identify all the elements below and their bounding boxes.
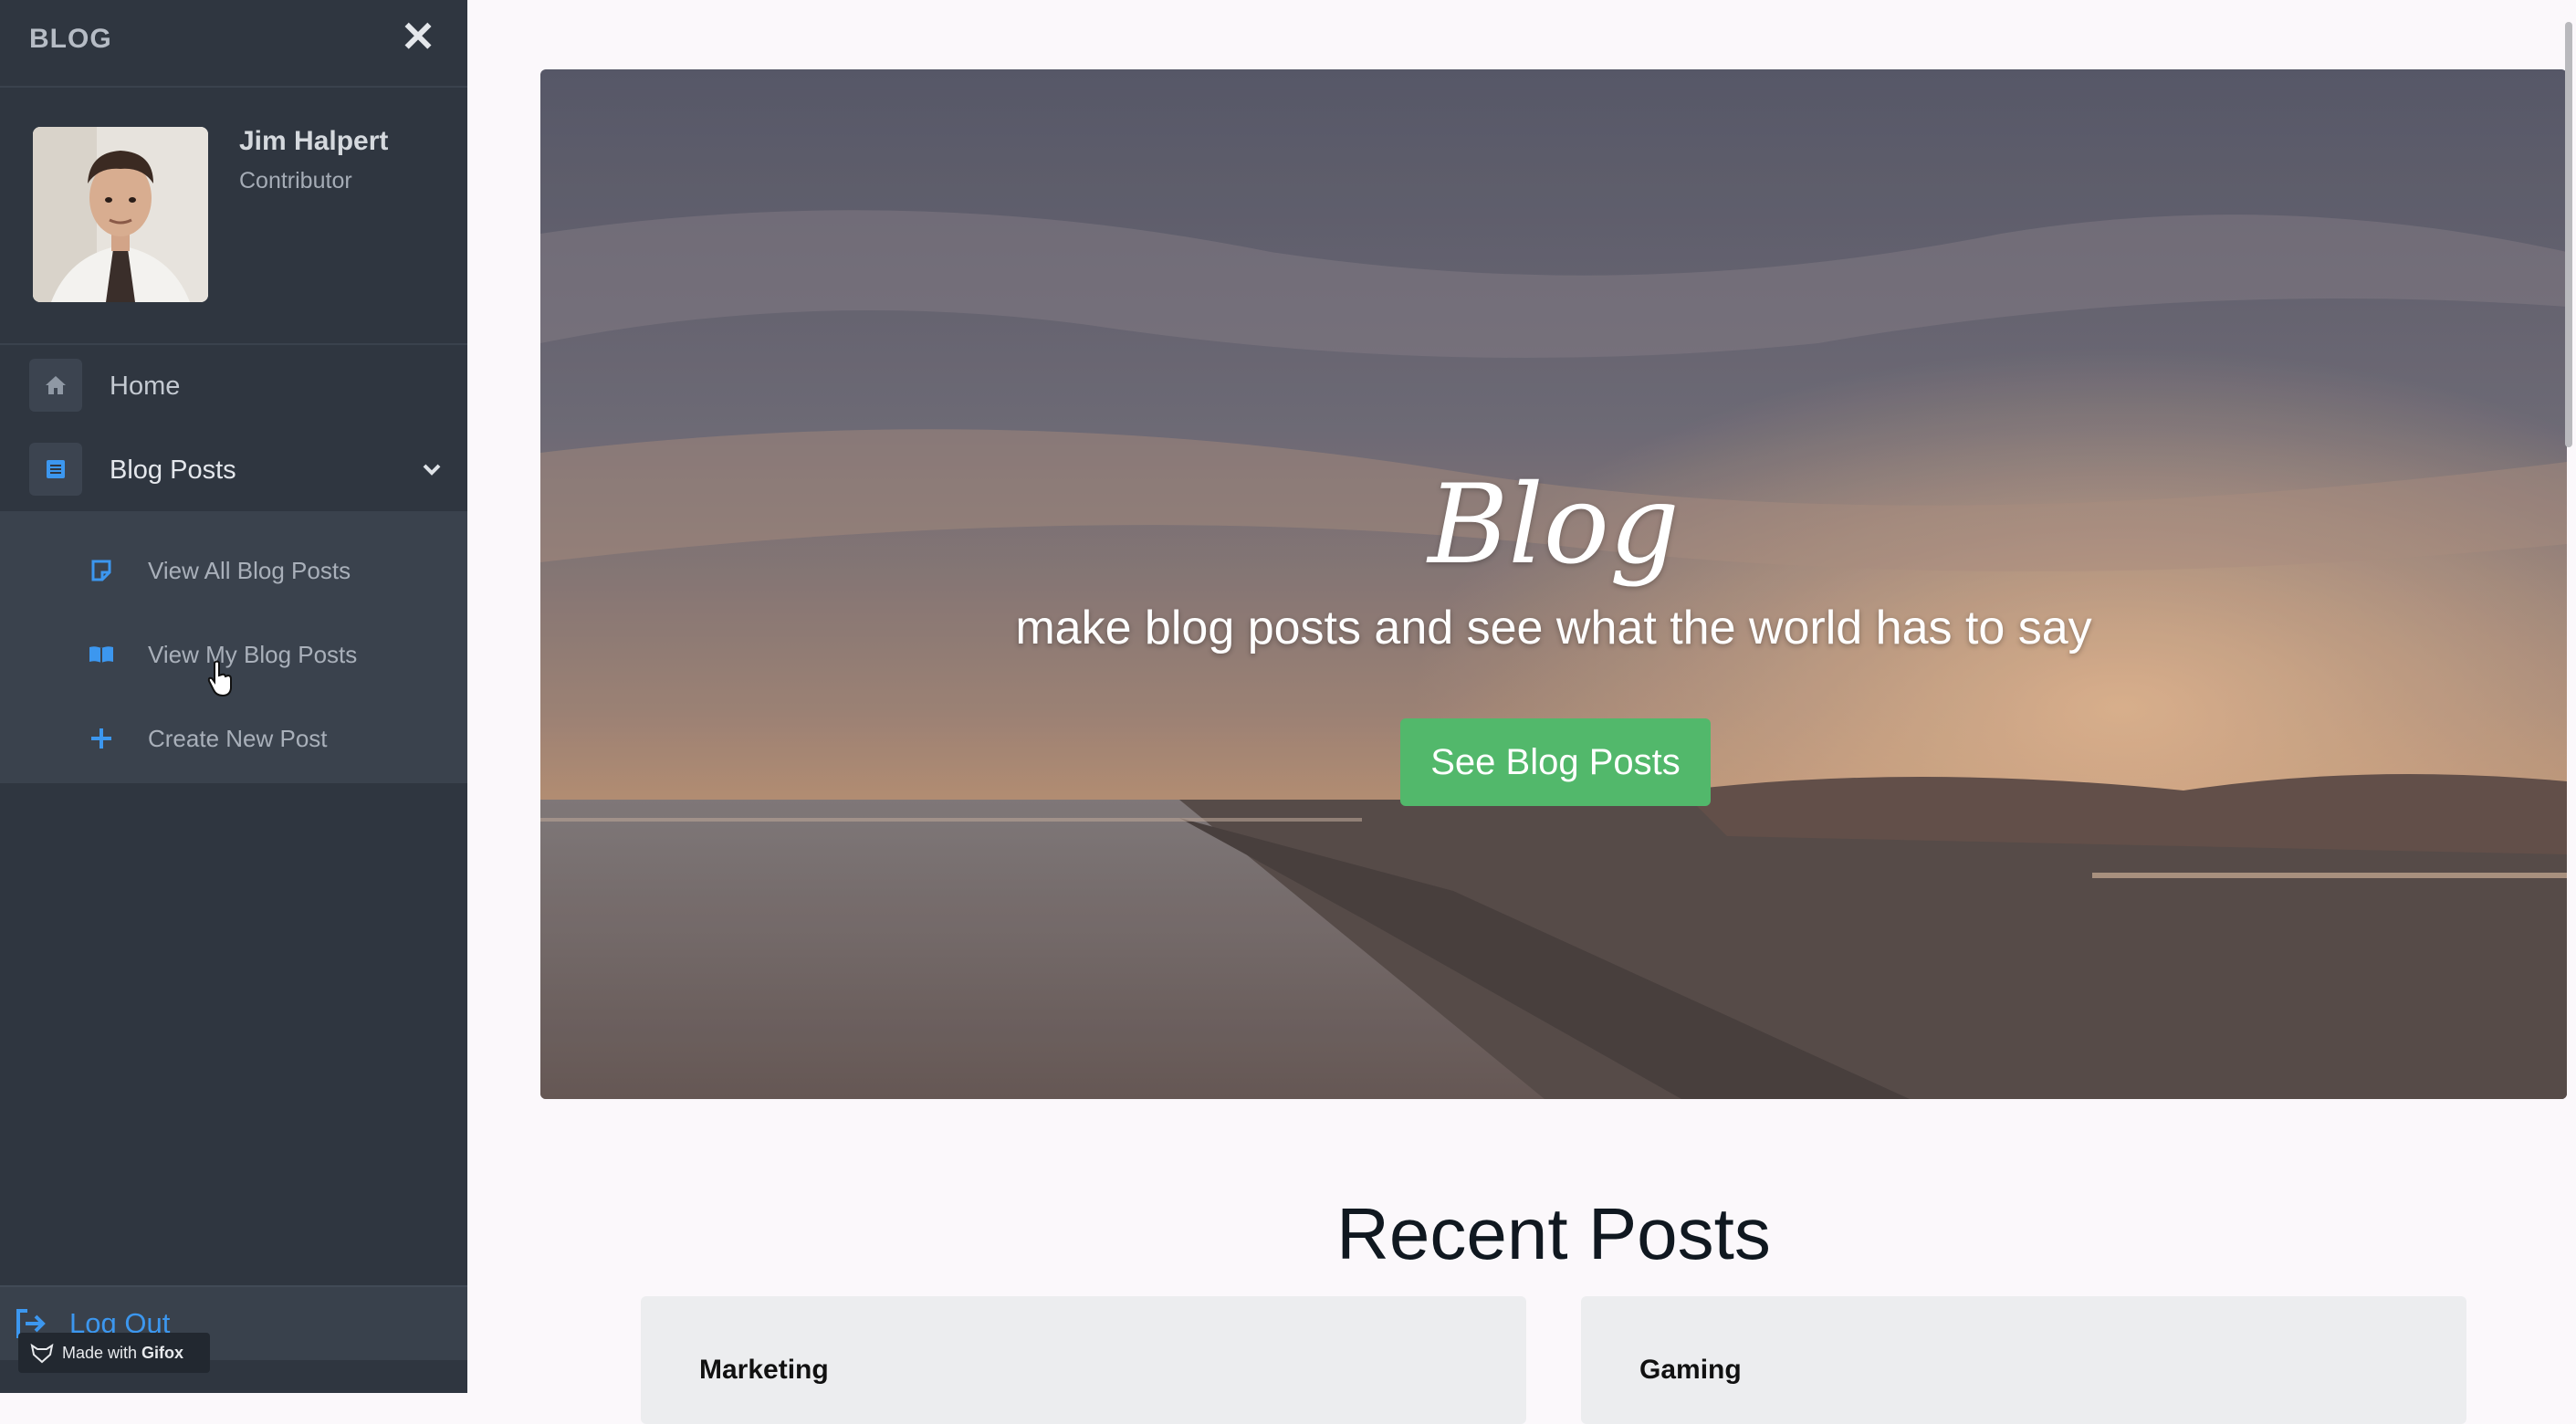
chevron-down-icon <box>423 464 441 476</box>
nav-item-home[interactable]: Home <box>0 344 467 428</box>
nav-label-home: Home <box>110 372 181 401</box>
submenu-item-view-mine[interactable]: View My Blog Posts <box>0 617 467 690</box>
submenu-item-create[interactable]: Create New Post <box>0 701 467 774</box>
hand-cursor-icon <box>207 660 232 697</box>
see-blog-posts-button[interactable]: See Blog Posts <box>1400 718 1711 806</box>
post-card[interactable]: Gaming <box>1581 1296 2466 1424</box>
list-icon <box>29 443 82 496</box>
avatar <box>33 127 208 302</box>
profile-name: Jim Halpert <box>239 126 389 156</box>
nav-item-blog-posts[interactable]: Blog Posts <box>0 428 467 512</box>
blog-posts-submenu: View All Blog Posts View My Blog Posts C… <box>0 511 467 783</box>
avatar-photo <box>33 127 208 302</box>
book-icon <box>84 637 119 672</box>
recent-posts-title: Recent Posts <box>1336 1193 1771 1274</box>
post-card-category: Marketing <box>699 1355 829 1385</box>
post-card[interactable]: Marketing <box>641 1296 1526 1424</box>
post-card-category: Gaming <box>1639 1355 1742 1385</box>
watermark-brand: Gifox <box>141 1343 184 1362</box>
fox-icon <box>30 1343 54 1364</box>
nav-label-blog-posts: Blog Posts <box>110 455 236 485</box>
hero-banner: Blog make blog posts and see what the wo… <box>540 69 2567 1099</box>
sidebar: BLOG ✕ Jim Halpert Contributor Home Blog… <box>0 0 467 1393</box>
hero-subtitle: make blog posts and see what the world h… <box>1015 602 2092 654</box>
watermark-prefix: Made with <box>62 1343 138 1362</box>
submenu-label-create: Create New Post <box>148 725 328 752</box>
sidebar-header: BLOG ✕ <box>0 0 467 88</box>
gifox-watermark: Made with Gifox <box>18 1333 210 1373</box>
submenu-item-view-all[interactable]: View All Blog Posts <box>0 533 467 606</box>
close-icon[interactable]: ✕ <box>398 16 438 58</box>
brand-title: BLOG <box>29 24 112 54</box>
submenu-label-view-all: View All Blog Posts <box>148 557 351 584</box>
note-icon <box>84 553 119 588</box>
scrollbar-thumb[interactable] <box>2565 22 2572 447</box>
submenu-label-view-mine: View My Blog Posts <box>148 641 358 668</box>
profile-card: Jim Halpert Contributor <box>0 88 467 345</box>
plus-icon <box>84 721 119 756</box>
hero-title: Blog <box>1428 462 1680 589</box>
home-icon <box>29 359 82 412</box>
profile-role: Contributor <box>239 168 352 194</box>
